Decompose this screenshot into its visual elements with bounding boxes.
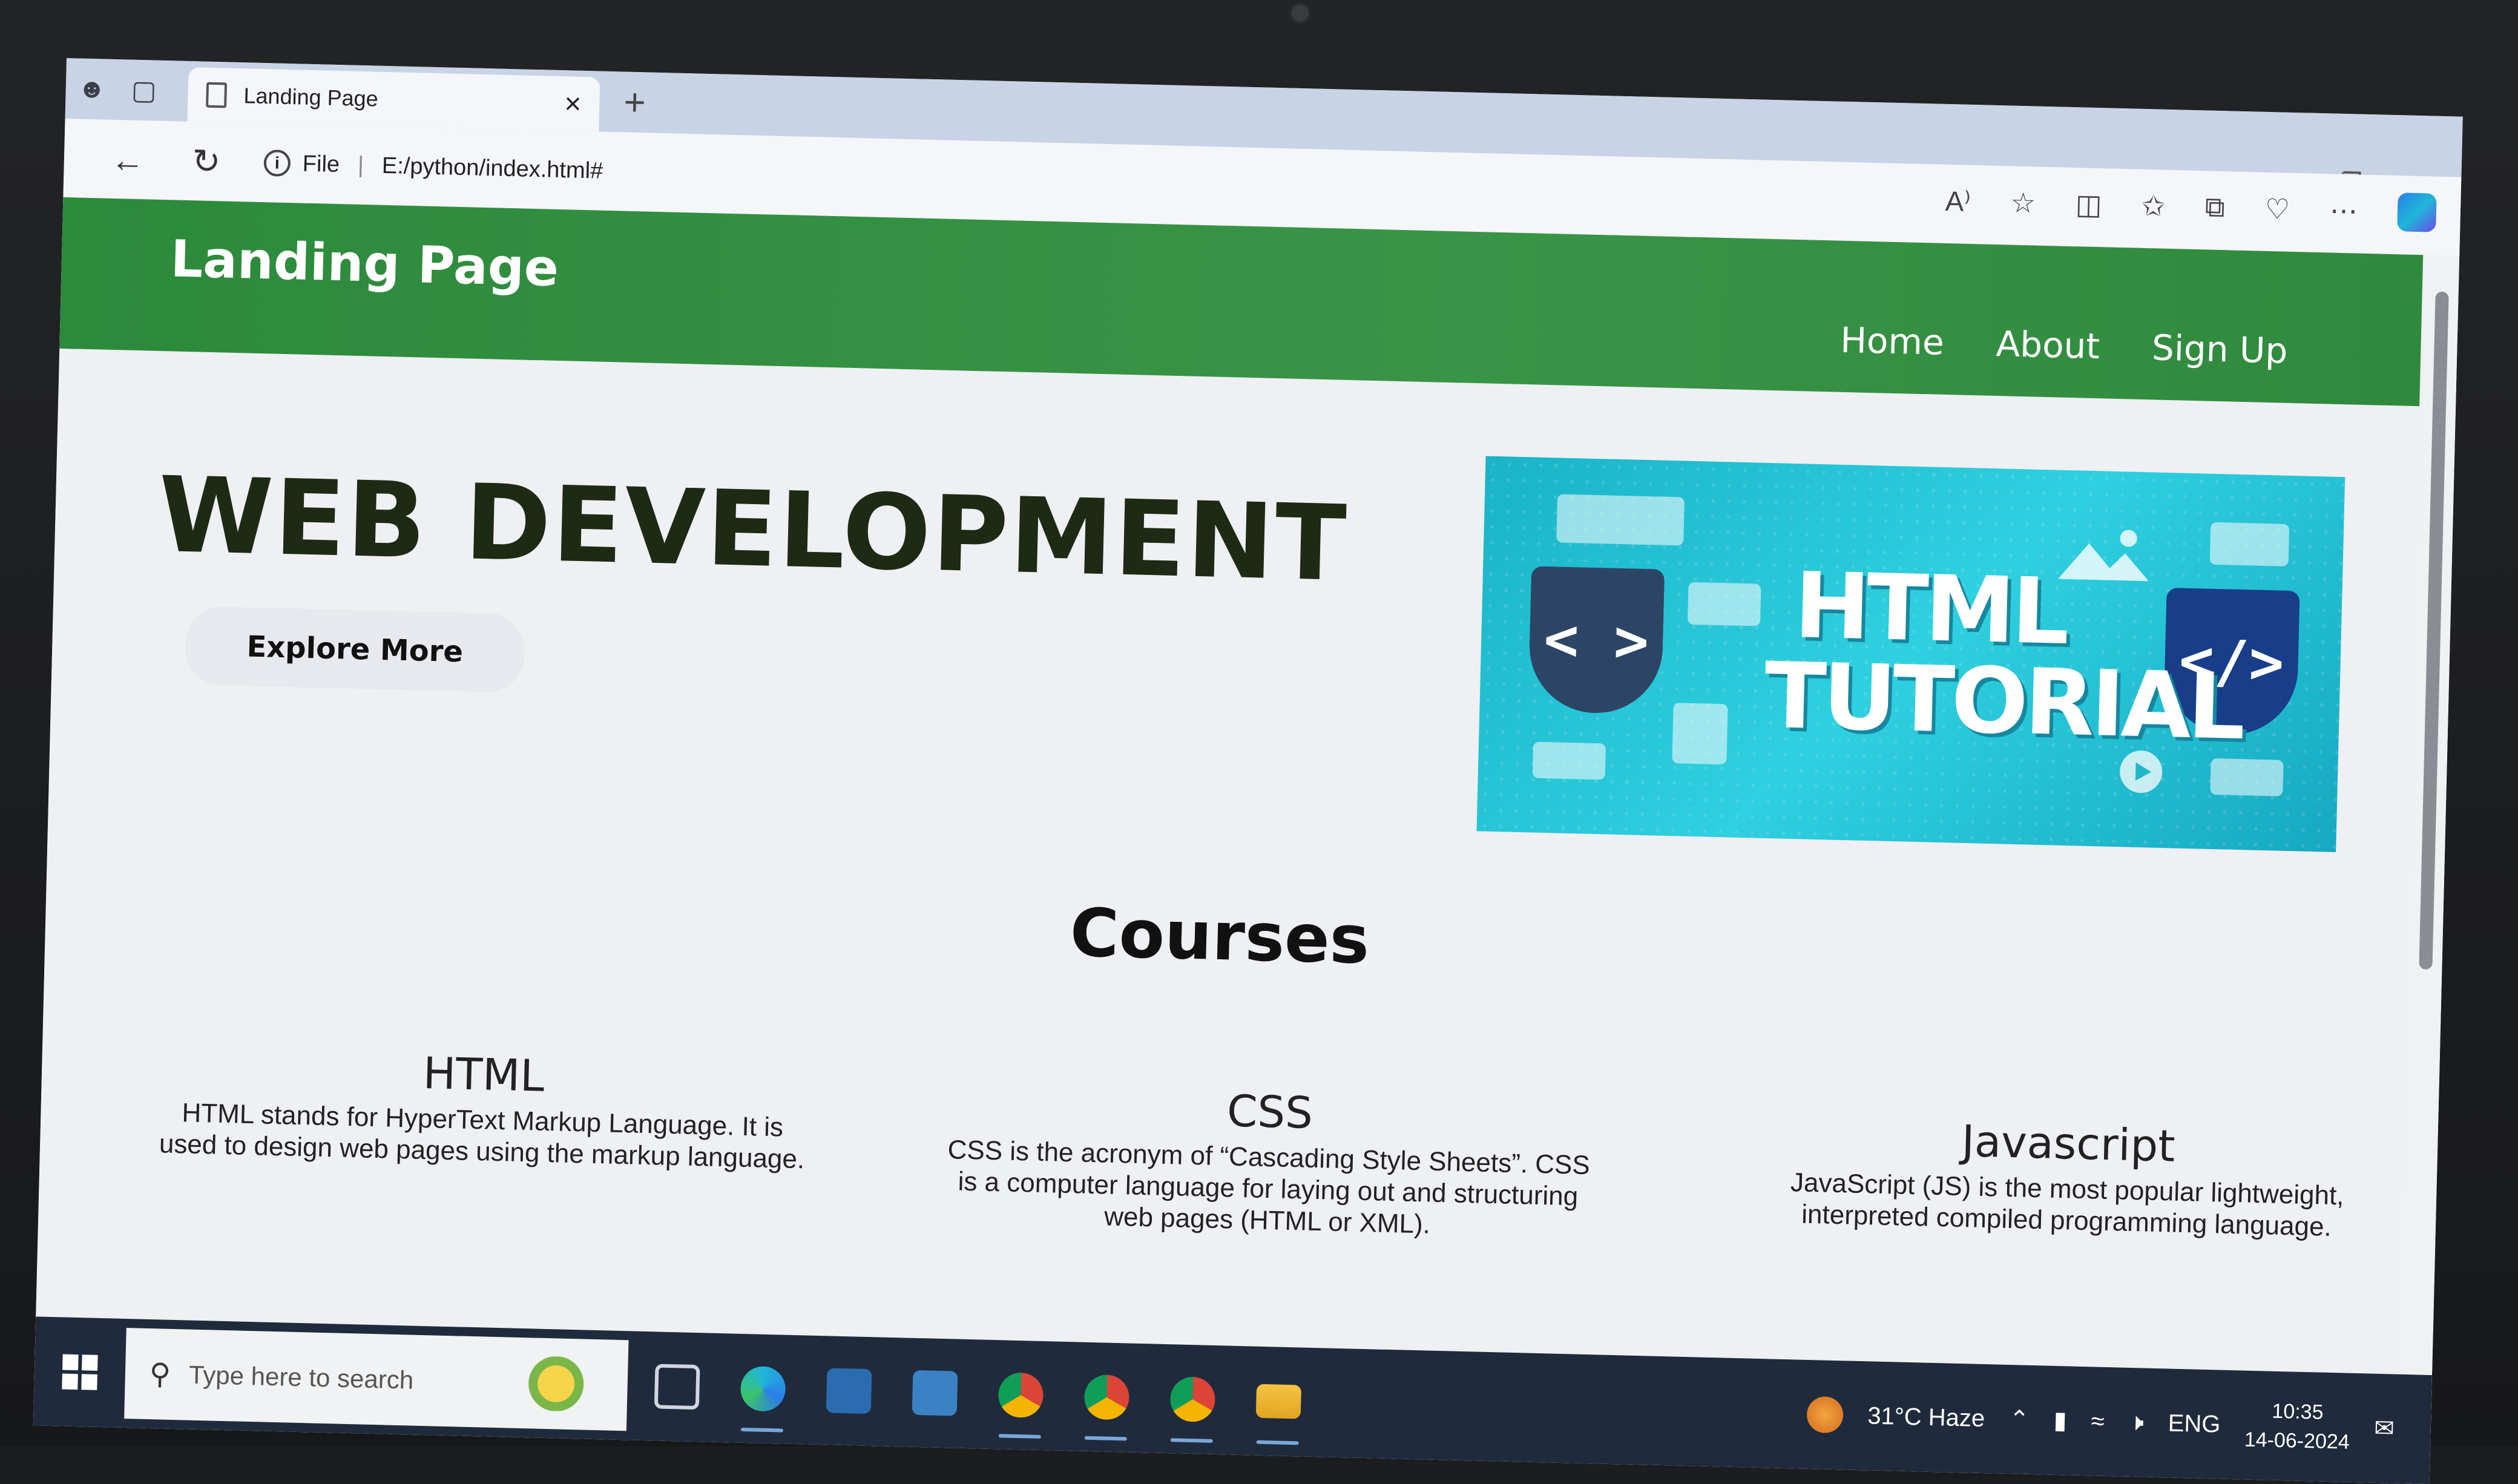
chrome-profile-t-icon[interactable] [1070,1351,1145,1443]
battery-icon[interactable]: ▮ [2053,1407,2067,1435]
url-separator: | [357,152,364,178]
web-page: Landing Page Home About Sign Up WEB DEVE… [34,197,2460,1436]
back-icon[interactable]: ← [88,139,168,180]
collections-icon[interactable]: ⧉ [2204,190,2225,225]
screen: ☻ ▢ Landing Page × + — ❐ ✕ ← ↻ i File | … [33,58,2463,1484]
clock-time: 10:35 [2271,1399,2324,1424]
scroll-thumb[interactable] [2419,291,2449,970]
file-explorer-icon[interactable] [1241,1355,1317,1448]
read-aloud-icon[interactable]: A⁾ [1945,185,1971,218]
notifications-icon[interactable]: ✉ [2374,1414,2395,1443]
search-placeholder: Type here to search [188,1360,414,1394]
show-hidden-icons-icon[interactable]: ⌃ [2009,1405,2030,1434]
course-description: HTML stands for HyperText Markup Languag… [159,1098,805,1175]
course-title: HTML [422,1047,545,1102]
code-shield-icon: < > [1528,566,1665,715]
browser-toolbar: A⁾ ☆ ◫ ✩ ⧉ ♡ ⋯ [1945,182,2437,232]
wifi-icon[interactable]: ≈ [2091,1408,2105,1436]
new-tab-button[interactable]: + [623,80,646,124]
chrome-icon[interactable] [1155,1353,1231,1446]
course-description: JavaScript (JS) is the most popular ligh… [1790,1167,2345,1242]
tab-title: Landing Page [243,83,379,111]
banner-card-decoration [1556,494,1685,546]
hero-title: WEB DEVELOPMENT [157,453,1349,605]
url-scheme: File [302,151,340,177]
banner-card-decoration [2209,522,2290,566]
banner-card-decoration [2210,758,2284,796]
taskbar-search-input[interactable]: ⚲ Type here to search [124,1328,629,1431]
search-icon: ⚲ [149,1358,171,1391]
courses-heading: Courses [1069,893,1370,979]
nav-about-link[interactable]: About [1996,323,2100,367]
course-title: Javascript [1961,1115,2176,1172]
weather-sun-icon [1806,1396,1844,1434]
windows-start-icon[interactable] [33,1316,127,1428]
system-tray: 31°C Haze ⌃ ▮ ≈ 🕨 ENG 10:35 14-06-2024 ✉ [1806,1360,2396,1483]
url-field[interactable]: i File | E:/python/index.html# [263,149,603,185]
clock[interactable]: 10:35 14-06-2024 [2244,1396,2350,1457]
banner-title-line1: HTML [1793,553,2068,665]
banner-title-line2: TUTORIAL [1763,643,2243,761]
browser-essentials-icon[interactable]: ♡ [2264,192,2290,226]
chrome-profile-r-icon[interactable] [984,1349,1059,1442]
info-icon[interactable]: i [263,149,291,177]
nav-home-link[interactable]: Home [1840,320,1945,363]
nx-app-icon[interactable] [812,1345,887,1437]
banner-title: HTML TUTORIAL [1763,553,2243,761]
html-tutorial-banner: < > </> HTML TUTORIAL [1476,456,2345,852]
volume-icon[interactable]: 🕨 [2128,1408,2144,1436]
search-highlight-icon [524,1356,604,1413]
language-indicator[interactable]: ENG [2168,1410,2221,1438]
banner-card-decoration [1532,741,1606,780]
nav-links: Home About Sign Up [1840,320,2288,372]
more-options-icon[interactable]: ⋯ [2329,194,2358,227]
site-brand[interactable]: Landing Page [170,229,559,298]
remote-desktop-icon[interactable] [898,1347,973,1439]
task-view-icon[interactable] [640,1341,715,1433]
page-icon [206,82,228,108]
split-screen-icon[interactable]: ◫ [2075,188,2102,221]
course-javascript: Javascript JavaScript (JS) is the most p… [1734,1110,2402,1245]
profile-icon[interactable]: ☻ [65,64,119,114]
banner-card-decoration [1672,703,1728,765]
course-title: CSS [1226,1085,1313,1138]
banner-card-decoration [1687,582,1761,626]
course-css: CSS CSS is the acronym of “Cascading Sty… [934,1079,1603,1245]
webcam [1289,2,1311,24]
workspaces-icon[interactable]: ▢ [117,65,171,115]
refresh-icon[interactable]: ↻ [166,140,246,182]
favorites-icon[interactable]: ✩ [2142,189,2166,223]
explore-more-button[interactable]: Explore More [184,606,525,693]
copilot-icon[interactable] [2397,192,2437,232]
tab-landing-page[interactable]: Landing Page × [187,67,600,132]
course-html: HTML HTML stands for HyperText Markup La… [149,1041,817,1176]
clock-date: 14-06-2024 [2244,1428,2350,1454]
close-tab-icon[interactable]: × [564,87,582,121]
weather-text[interactable]: 31°C Haze [1867,1402,1985,1433]
edge-browser-icon[interactable] [726,1342,801,1435]
nav-signup-link[interactable]: Sign Up [2151,327,2288,371]
url-text: E:/python/index.html# [381,153,603,184]
course-description: CSS is the acronym of “Cascading Style S… [947,1135,1591,1239]
favorite-star-icon[interactable]: ☆ [2010,186,2036,220]
